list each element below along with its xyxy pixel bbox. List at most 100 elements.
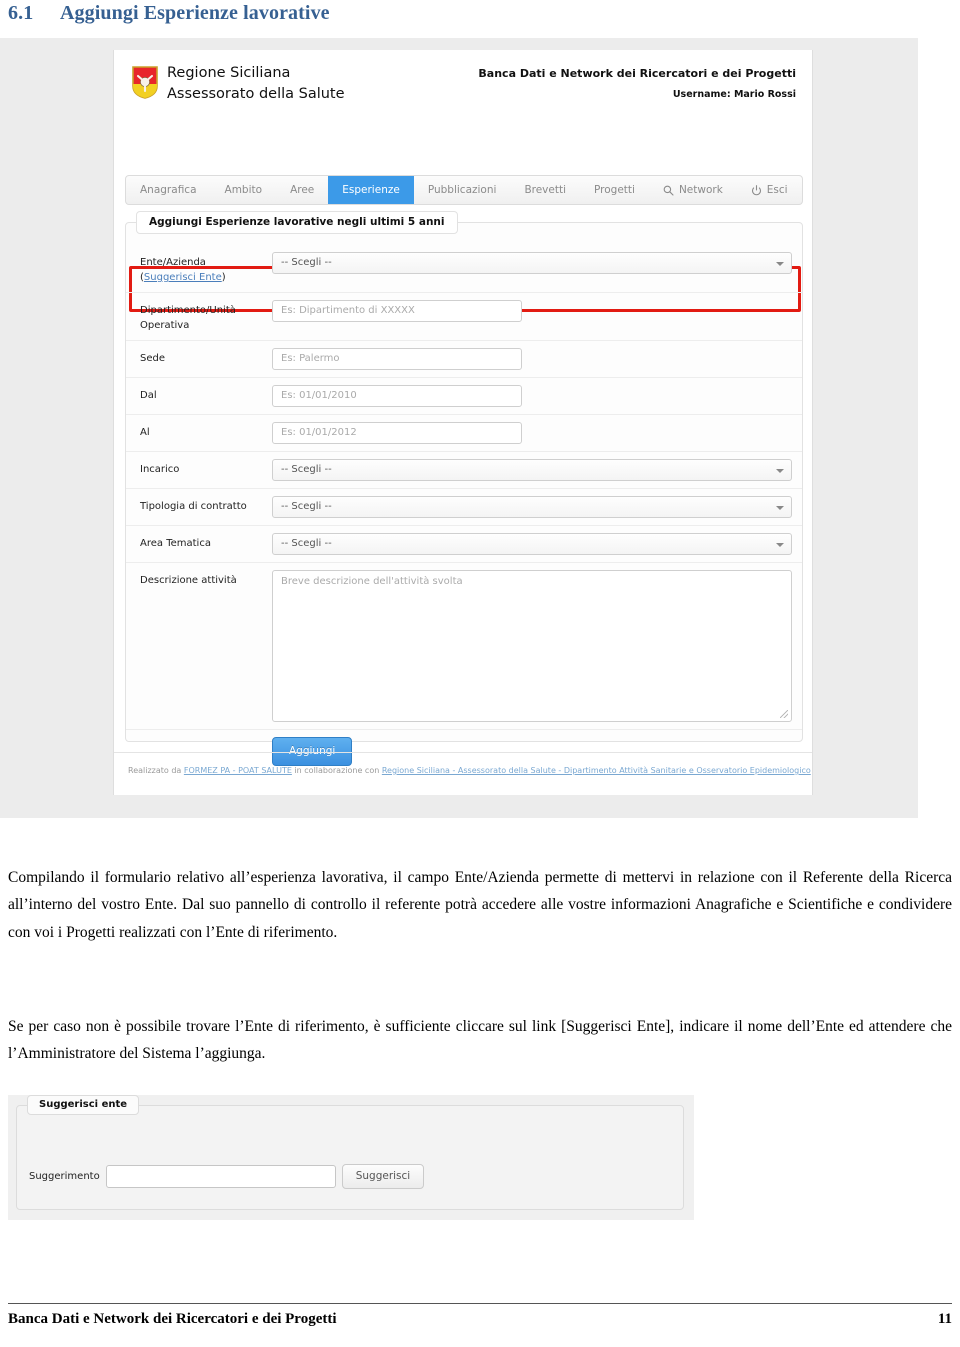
nav-item-esperienze[interactable]: Esperienze: [328, 176, 414, 204]
chevron-down-icon: [776, 506, 784, 510]
nav-item-progetti[interactable]: Progetti: [580, 176, 649, 204]
submit-spacer: [140, 737, 272, 740]
incarico-select[interactable]: -- Scegli --: [272, 459, 792, 481]
dipartimento-label-line2: Operativa: [140, 320, 190, 331]
app-window: Regione Siciliana Assessorato della Salu…: [113, 50, 813, 795]
form-row-ente: Ente/Azienda (Suggerisci Ente) -- Scegli…: [126, 245, 802, 293]
form-legend: Aggiungi Esperienze lavorative negli ult…: [136, 211, 458, 234]
suggerimento-label: Suggerimento: [29, 1171, 100, 1182]
nav-label: Progetti: [594, 184, 635, 196]
sede-input[interactable]: Es: Palermo: [272, 348, 522, 370]
suggest-entity-panel: Suggerisci ente Suggerimento Suggerisci: [16, 1095, 684, 1210]
page-footer: Banca Dati e Network dei Ricercatori e d…: [8, 1303, 952, 1328]
descrizione-placeholder: Breve descrizione dell'attività svolta: [281, 576, 463, 587]
footer-page-number: 11: [937, 1311, 952, 1327]
form-row-descrizione: Descrizione attività Breve descrizione d…: [126, 563, 802, 730]
descrizione-textarea[interactable]: Breve descrizione dell'attività svolta: [272, 570, 792, 722]
dal-label: Dal: [140, 390, 157, 401]
ente-label: Ente/Azienda (Suggerisci Ente): [140, 252, 272, 285]
experience-form-panel: Aggiungi Esperienze lavorative negli ult…: [125, 211, 803, 766]
chevron-down-icon: [776, 543, 784, 547]
app-credits: Realizzato da FORMEZ PA - POAT SALUTE in…: [114, 752, 812, 775]
nav-item-anagrafica[interactable]: Anagrafica: [126, 176, 211, 204]
nav-label: Brevetti: [524, 184, 567, 196]
sede-control: Es: Palermo: [272, 348, 792, 370]
dal-input[interactable]: Es: 01/01/2010: [272, 385, 522, 407]
form-row-dipartimento: Dipartimento/Unità Operativa Es: Diparti…: [126, 293, 802, 341]
al-input[interactable]: Es: 01/01/2012: [272, 422, 522, 444]
area-tematica-select-value: -- Scegli --: [281, 538, 332, 549]
nav-label: Anagrafica: [140, 184, 197, 196]
dipartimento-label: Dipartimento/Unità Operativa: [140, 300, 272, 333]
nav-item-esci[interactable]: Esci: [737, 176, 802, 204]
area-tematica-control: -- Scegli --: [272, 533, 792, 555]
page-title-number: 6.1: [8, 2, 34, 24]
nav-item-brevetti[interactable]: Brevetti: [510, 176, 580, 204]
nav-item-ambito[interactable]: Ambito: [211, 176, 277, 204]
suggest-panel-legend: Suggerisci ente: [27, 1095, 140, 1115]
page-title-text: Aggiungi Esperienze lavorative: [60, 2, 330, 24]
app-brand-line2: Assessorato della Salute: [167, 86, 345, 103]
ente-control: -- Scegli --: [272, 252, 792, 274]
ente-select[interactable]: -- Scegli --: [272, 252, 792, 274]
tipologia-control: -- Scegli --: [272, 496, 792, 518]
search-icon: [663, 185, 674, 196]
tipologia-select-value: -- Scegli --: [281, 501, 332, 512]
nav-item-aree[interactable]: Aree: [276, 176, 328, 204]
nav-item-network[interactable]: Network: [649, 176, 737, 204]
dipartimento-control: Es: Dipartimento di XXXXX: [272, 300, 792, 322]
credits-link-regione[interactable]: Regione Siciliana - Assessorato della Sa…: [382, 766, 811, 775]
app-brand: Regione Siciliana Assessorato della Salu…: [167, 63, 345, 105]
form-row-dal: Dal Es: 01/01/2010: [126, 378, 802, 415]
incarico-label: Incarico: [140, 464, 180, 475]
suggerisci-ente-link[interactable]: Suggerisci Ente: [144, 272, 222, 283]
ente-label-text: Ente/Azienda: [140, 257, 206, 268]
form-row-sede: Sede Es: Palermo: [126, 341, 802, 378]
nav-label: Network: [678, 184, 723, 196]
resize-grip-icon[interactable]: [780, 710, 788, 718]
descrizione-label: Descrizione attività: [140, 575, 237, 586]
dipartimento-input[interactable]: Es: Dipartimento di XXXXX: [272, 300, 522, 322]
power-icon: [751, 184, 762, 196]
page-title: 6.1 Aggiungi Esperienze lavorative: [8, 2, 708, 25]
application-screenshot: Regione Siciliana Assessorato della Salu…: [0, 38, 918, 818]
form-row-area-tematica: Area Tematica -- Scegli --: [126, 526, 802, 563]
al-control: Es: 01/01/2012: [272, 422, 792, 444]
area-tematica-label: Area Tematica: [140, 538, 211, 549]
nav-label: Esci: [766, 184, 788, 196]
dal-control: Es: 01/01/2010: [272, 385, 792, 407]
ente-sublink-wrap: (Suggerisci Ente): [140, 270, 272, 285]
footer-title: Banca Dati e Network dei Ricercatori e d…: [8, 1311, 337, 1327]
suggest-form-row: Suggerimento Suggerisci: [29, 1164, 425, 1189]
credits-middle: in collaborazione con: [291, 766, 382, 775]
nav-label: Aree: [290, 184, 315, 196]
app-brand-line1: Regione Siciliana: [167, 65, 291, 81]
dipartimento-label-line1: Dipartimento/Unità: [140, 305, 236, 316]
descrizione-control: Breve descrizione dell'attività svolta: [272, 570, 792, 722]
form-row-al: Al Es: 01/01/2012: [126, 415, 802, 452]
al-label: Al: [140, 427, 150, 438]
body-paragraph-1: Compilando il formulario relativo all’es…: [8, 868, 952, 941]
credits-link-formez[interactable]: FORMEZ PA - POAT SALUTE: [184, 766, 292, 775]
body-paragraph-2: Se per caso non è possibile trovare l’En…: [8, 1017, 952, 1063]
area-tematica-select[interactable]: -- Scegli --: [272, 533, 792, 555]
paren-close: ): [221, 272, 226, 283]
tipologia-select[interactable]: -- Scegli --: [272, 496, 792, 518]
chevron-down-icon: [776, 469, 784, 473]
credits-prefix: Realizzato da: [128, 766, 184, 775]
suggerisci-button[interactable]: Suggerisci: [341, 1164, 425, 1189]
nav-label: Esperienze: [342, 184, 400, 196]
form-row-tipologia: Tipologia di contratto -- Scegli --: [126, 489, 802, 526]
app-header: Regione Siciliana Assessorato della Salu…: [114, 50, 812, 136]
suggerimento-input[interactable]: [105, 1165, 336, 1188]
app-username: Username: Mario Rossi: [672, 89, 796, 100]
incarico-select-value: -- Scegli --: [281, 464, 332, 475]
form-rows: Ente/Azienda (Suggerisci Ente) -- Scegli…: [126, 245, 802, 773]
nav-label: Pubblicazioni: [427, 184, 497, 196]
incarico-control: -- Scegli --: [272, 459, 792, 481]
ente-select-value: -- Scegli --: [281, 257, 332, 268]
regione-siciliana-crest-icon: [132, 66, 158, 99]
chevron-down-icon: [776, 262, 784, 266]
nav-item-pubblicazioni[interactable]: Pubblicazioni: [414, 176, 511, 204]
tipologia-label: Tipologia di contratto: [140, 501, 247, 512]
